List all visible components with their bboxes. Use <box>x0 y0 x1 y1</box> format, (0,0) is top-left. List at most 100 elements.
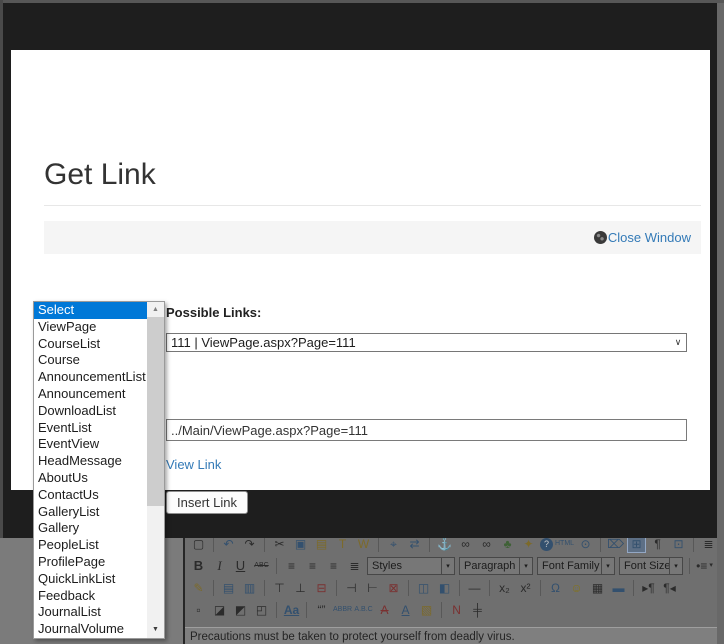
italic-button[interactable]: I <box>210 557 229 575</box>
toolbar-separator <box>489 580 490 596</box>
dropdown-option-select[interactable]: Select <box>34 302 147 319</box>
dropdown-option-announcementlist[interactable]: AnnouncementList <box>34 369 147 386</box>
editor-content-area[interactable]: Precautions must be taken to protect you… <box>185 627 717 644</box>
dropdown-option-quicklinklist[interactable]: QuickLinkList <box>34 571 147 588</box>
media-icon[interactable]: ▦ <box>588 579 607 597</box>
emoticon-icon[interactable]: ☺ <box>567 579 586 597</box>
dropdown-option-journallist[interactable]: JournalList <box>34 604 147 621</box>
insert-layer-icon[interactable]: ▫ <box>189 601 208 619</box>
subscript-icon[interactable]: x₂ <box>495 579 514 597</box>
possible-links-select[interactable]: 111 | ViewPage.aspx?Page=111 ∨ <box>166 333 687 352</box>
close-window-icon <box>594 231 607 244</box>
insert-link-button[interactable]: Insert Link <box>166 491 248 514</box>
table-row-props-icon[interactable]: ▤ <box>219 579 238 597</box>
paragraph-select[interactable]: Paragraph▾ <box>459 557 533 575</box>
delete-col-icon[interactable]: ⊠ <box>384 579 403 597</box>
toolbar-separator <box>600 536 601 552</box>
dropdown-option-journalvolume[interactable]: JournalVolume <box>34 621 147 638</box>
styles-select[interactable]: Styles▾ <box>367 557 455 575</box>
abbr-icon[interactable]: ABBR <box>333 601 352 619</box>
window-left-edge <box>0 0 3 538</box>
delete-row-icon[interactable]: ⊟ <box>312 579 331 597</box>
attributes-icon[interactable]: ▧ <box>417 601 436 619</box>
underline-button[interactable]: U <box>231 557 250 575</box>
dropdown-scrollbar[interactable]: ▲ ▼ <box>147 302 164 638</box>
toolbar-separator <box>276 602 277 618</box>
insert-col-before-icon[interactable]: ⊣ <box>342 579 361 597</box>
close-window-label: Close Window <box>608 230 691 245</box>
dropdown-option-contactus[interactable]: ContactUs <box>34 487 147 504</box>
toolbar-separator <box>408 580 409 596</box>
modal-header-bar: Close Window <box>44 221 701 254</box>
dropdown-option-announcement[interactable]: Announcement <box>34 386 147 403</box>
cite-icon[interactable]: “” <box>312 601 331 619</box>
visual-chars-icon[interactable]: N <box>447 601 466 619</box>
view-link[interactable]: View Link <box>166 457 221 472</box>
title-divider <box>44 205 701 206</box>
page-title: Get Link <box>44 158 156 192</box>
editor-toolbar-row-4: ▫◪◩◰Aa“”ABBRA.B.CAA▧N╪ <box>185 599 717 621</box>
dropdown-option-courselist[interactable]: CourseList <box>34 336 147 353</box>
ins-icon[interactable]: A <box>396 601 415 619</box>
scroll-down-icon[interactable]: ▼ <box>147 622 164 638</box>
dropdown-option-peoplelist[interactable]: PeopleList <box>34 537 147 554</box>
del-icon[interactable]: A <box>375 601 394 619</box>
acronym-icon[interactable]: A.B.C <box>354 601 373 619</box>
absolute-position-icon[interactable]: ◰ <box>252 601 271 619</box>
style-props-icon[interactable]: Aa <box>282 601 301 619</box>
toolbar-separator <box>459 580 460 596</box>
table-cell-props-icon[interactable]: ▥ <box>240 579 259 597</box>
move-backward-icon[interactable]: ◩ <box>231 601 250 619</box>
bullet-list-icon[interactable]: •≡▾ <box>695 557 714 575</box>
toolbar-separator <box>213 580 214 596</box>
move-forward-icon[interactable]: ◪ <box>210 601 229 619</box>
dropdown-option-downloadlist[interactable]: DownloadList <box>34 403 147 420</box>
bold-button[interactable]: B <box>189 557 208 575</box>
close-window-link[interactable]: Close Window <box>594 230 691 245</box>
chevron-down-icon: ∨ <box>670 337 686 348</box>
insert-col-after-icon[interactable]: ⊢ <box>363 579 382 597</box>
page-break-icon[interactable]: ╪ <box>468 601 487 619</box>
page-scrollbar[interactable] <box>717 0 724 644</box>
toolbar-separator <box>306 602 307 618</box>
insert-row-before-icon[interactable]: ⊤ <box>270 579 289 597</box>
dropdown-option-eventlist[interactable]: EventList <box>34 420 147 437</box>
dropdown-option-aboutus[interactable]: AboutUs <box>34 470 147 487</box>
editor-text: Precautions must be taken to protect you… <box>190 631 515 643</box>
dropdown-option-eventview[interactable]: EventView <box>34 436 147 453</box>
scroll-up-icon[interactable]: ▲ <box>147 302 164 318</box>
scroll-thumb[interactable] <box>147 317 164 506</box>
font-family-select[interactable]: Font Family▾ <box>537 557 615 575</box>
dropdown-option-profilepage[interactable]: ProfilePage <box>34 554 147 571</box>
dropdown-option-headmessage[interactable]: HeadMessage <box>34 453 147 470</box>
editor-toolbar-row-2: BIUABC≡≡≡≣Styles▾Paragraph▾Font Family▾F… <box>185 555 717 577</box>
ltr-icon[interactable]: ▸¶ <box>639 579 658 597</box>
align-right-icon[interactable]: ≡ <box>324 557 343 575</box>
horizontal-rule-icon[interactable]: — <box>465 579 484 597</box>
special-char-icon[interactable]: Ω <box>546 579 565 597</box>
strikethrough-button[interactable]: ABC <box>252 557 271 575</box>
dropdown-option-course[interactable]: Course <box>34 352 147 369</box>
align-left-icon[interactable]: ≡ <box>282 557 301 575</box>
dropdown-option-gallerylist[interactable]: GalleryList <box>34 504 147 521</box>
rtl-icon[interactable]: ¶◂ <box>660 579 679 597</box>
toolbar-separator <box>689 558 690 574</box>
embed-icon[interactable]: ▬ <box>609 579 628 597</box>
page-select-dropdown: SelectViewPageCourseListCourseAnnounceme… <box>33 301 165 639</box>
align-justify-icon[interactable]: ≣ <box>345 557 364 575</box>
toolbar-separator <box>693 536 694 552</box>
merge-cells-icon[interactable]: ◧ <box>435 579 454 597</box>
window-top-edge <box>0 0 724 3</box>
insert-row-after-icon[interactable]: ⊥ <box>291 579 310 597</box>
superscript-icon[interactable]: x² <box>516 579 535 597</box>
align-center-icon[interactable]: ≡ <box>303 557 322 575</box>
edit-icon[interactable]: ✎ <box>189 579 208 597</box>
possible-links-value: 111 | ViewPage.aspx?Page=111 <box>171 335 356 350</box>
dropdown-option-viewpage[interactable]: ViewPage <box>34 319 147 336</box>
font-size-select[interactable]: Font Size▾ <box>619 557 683 575</box>
dropdown-option-gallery[interactable]: Gallery <box>34 520 147 537</box>
split-cells-icon[interactable]: ◫ <box>414 579 433 597</box>
help-icon[interactable]: ? <box>540 538 553 551</box>
dropdown-option-feedback[interactable]: Feedback <box>34 588 147 605</box>
link-url-input[interactable] <box>166 419 687 441</box>
